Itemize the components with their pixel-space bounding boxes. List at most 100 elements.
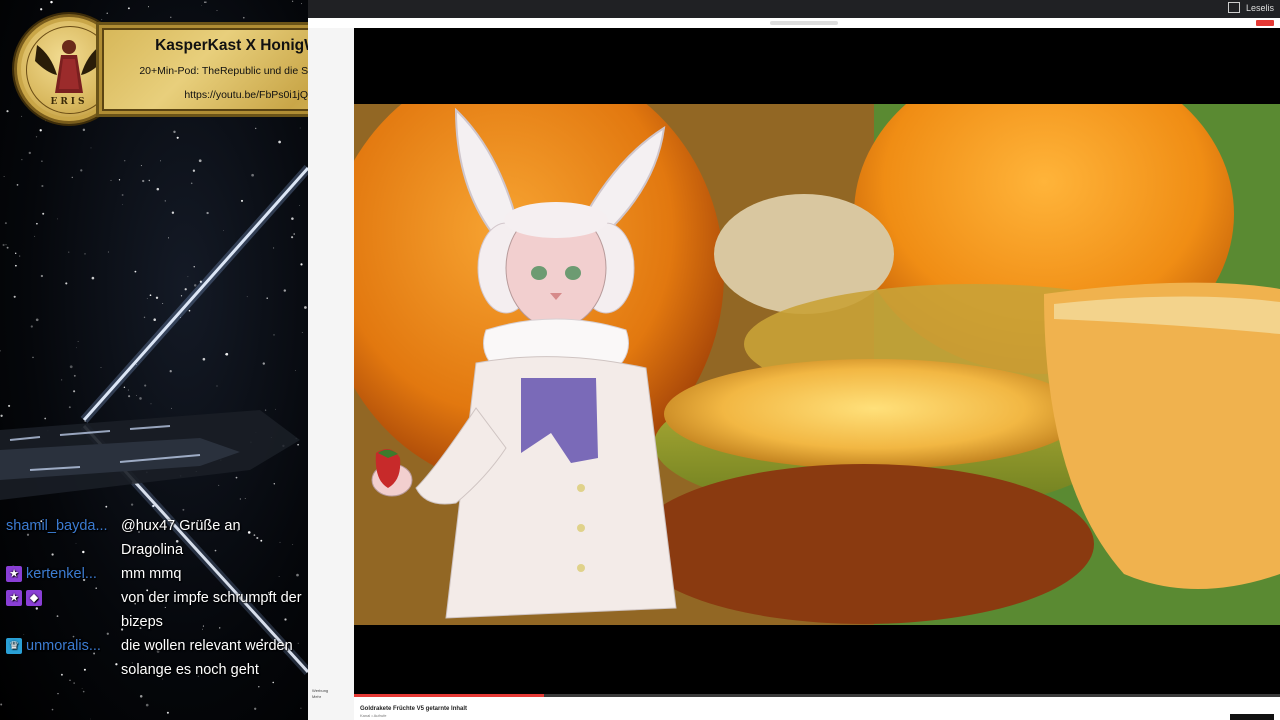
- star-dot: [4, 222, 7, 225]
- star-dot: [8, 404, 11, 407]
- star-dot: [32, 356, 34, 359]
- star-dot: [299, 127, 301, 129]
- rabbit-vtuber-avatar: [371, 108, 677, 619]
- star-dot: [40, 274, 44, 278]
- star-dot: [82, 690, 85, 693]
- star-dot: [184, 288, 187, 291]
- star-dot: [3, 176, 5, 178]
- side-menu-item[interactable]: Mehr: [312, 694, 328, 700]
- star-dot: [2, 243, 5, 247]
- star-dot: [144, 384, 147, 387]
- chat-text: von der impfe schrumpft der bizeps: [121, 590, 302, 630]
- star-dot: [188, 309, 191, 312]
- star-dot: [90, 147, 92, 149]
- star-dot: [293, 233, 295, 235]
- star-dot: [218, 484, 220, 486]
- star-dot: [273, 334, 275, 336]
- star-dot: [297, 443, 299, 446]
- star-dot: [68, 406, 71, 409]
- star-dot: [190, 182, 193, 185]
- star-dot: [266, 297, 268, 299]
- browser-toolbar: Leselis: [308, 0, 1280, 18]
- video-title: Goldrakete Früchte V5 getarnte Inhalt: [360, 706, 468, 712]
- video-info-bar: Goldrakete Früchte V5 getarnte Inhalt Ka…: [354, 694, 1280, 720]
- chat-user[interactable]: ♛ unmoralis...: [6, 634, 118, 682]
- star-dot: [28, 151, 31, 155]
- subscribe-button[interactable]: [1256, 20, 1274, 26]
- star-dot: [35, 136, 38, 138]
- star-dot: [128, 395, 131, 398]
- star-dot: [206, 211, 209, 215]
- gem-icon: ◆: [26, 590, 42, 606]
- star-dot: [193, 284, 197, 287]
- star-dot: [123, 159, 126, 162]
- star-dot: [40, 8, 43, 11]
- star-dot: [291, 0, 294, 2]
- star-dot: [168, 237, 169, 239]
- star-dot: [273, 247, 275, 249]
- star-dot: [148, 179, 151, 182]
- star-dot: [51, 708, 54, 711]
- star-dot: [173, 130, 176, 134]
- star-dot: [176, 136, 179, 139]
- star-dot: [136, 395, 137, 396]
- star-dot: [180, 295, 183, 297]
- side-menu: Werbung Mehr: [312, 688, 328, 700]
- star-dot: [5, 244, 7, 246]
- chat-text: die wollen relevant werden solange es no…: [121, 638, 293, 678]
- chat-message: ♛ unmoralis... die wollen relevant werde…: [6, 634, 306, 682]
- star-dot: [150, 403, 152, 405]
- chat-user[interactable]: ★ kertenkel...: [6, 562, 118, 586]
- star-dot: [13, 295, 16, 298]
- star-dot: [110, 179, 112, 181]
- star-dot: [60, 379, 63, 381]
- star-dot: [146, 298, 148, 299]
- star-dot: [100, 367, 102, 368]
- star-dot: [202, 357, 206, 361]
- star-dot: [76, 347, 77, 349]
- star-dot: [50, 0, 53, 4]
- star-dot: [149, 294, 152, 297]
- star-dot: [273, 483, 275, 485]
- chat-message: ★ ◆ von der impfe schrumpft der bizeps: [6, 586, 306, 634]
- reading-list[interactable]: Leselis: [1227, 2, 1274, 13]
- star-dot: [130, 503, 134, 506]
- star-dot: [275, 408, 276, 410]
- reading-list-label: Leselis: [1245, 2, 1274, 13]
- chat-user[interactable]: ★ ◆: [6, 586, 118, 634]
- star-dot: [164, 200, 166, 202]
- star-dot: [205, 1, 207, 3]
- star-dot: [166, 711, 169, 714]
- star-dot: [255, 127, 257, 130]
- video-progress-bar[interactable]: [354, 694, 1280, 697]
- star-dot: [0, 703, 3, 706]
- star-dot: [6, 110, 9, 113]
- star-dot: [121, 194, 124, 196]
- star-dot: [251, 173, 254, 177]
- star-dot: [239, 498, 241, 500]
- star-dot: [140, 165, 142, 167]
- star-dot: [82, 128, 86, 132]
- star-dot: [84, 253, 86, 255]
- star-dot: [216, 385, 218, 387]
- search-box[interactable]: [770, 21, 838, 25]
- suggested-thumbnail[interactable]: [1230, 714, 1274, 720]
- star-dot: [21, 159, 23, 161]
- star-dot: [145, 703, 149, 707]
- star-dot: [57, 218, 58, 220]
- star-dot: [139, 695, 143, 698]
- star-dot: [170, 407, 172, 409]
- star-dot: [41, 184, 44, 188]
- chat-message: ★ kertenkel... mm mmq: [6, 562, 306, 586]
- star-dot: [30, 325, 33, 328]
- chat-text: @hux47 Grüße an Dragolina: [121, 518, 241, 558]
- star-dot: [57, 693, 59, 695]
- chat-user[interactable]: shamil_bayda...: [6, 514, 118, 562]
- star-dot: [222, 230, 224, 231]
- star-dot: [16, 184, 19, 186]
- star-dot: [106, 12, 108, 14]
- video-subtitle: Kanal • Aufrufe: [360, 713, 387, 718]
- star-dot: [123, 386, 126, 388]
- star-dot: [156, 187, 160, 191]
- star-dot: [68, 251, 70, 253]
